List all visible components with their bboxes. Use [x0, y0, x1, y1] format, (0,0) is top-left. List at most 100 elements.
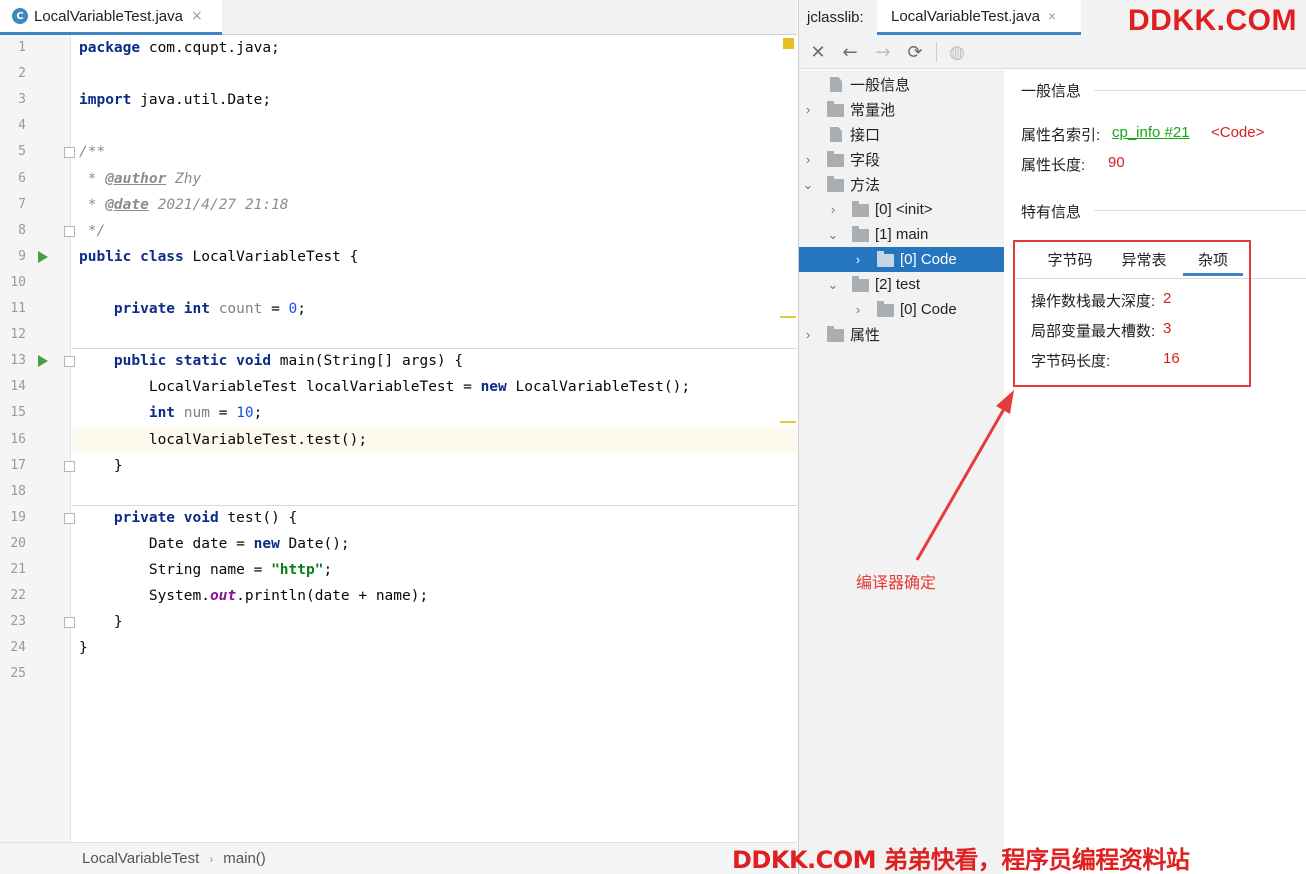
- code-token: test() {: [218, 509, 298, 526]
- code-line[interactable]: System.out.println(date + name);: [72, 583, 797, 609]
- line-number-gutter[interactable]: 1 2 3 4 5 6 7 8 9 10 11 12 13 14 15 16 17 18 19 20 21 22 23 24 2…: [0, 35, 75, 842]
- code-line[interactable]: * @author Zhy: [72, 166, 797, 192]
- annotation-highlight-box: [1013, 240, 1251, 387]
- tree-node[interactable]: ⌄ [1] main: [799, 222, 1004, 247]
- line-number: 14: [10, 379, 26, 395]
- run-gutter-icon[interactable]: [38, 250, 48, 263]
- tree-node[interactable]: › 常量池: [799, 97, 1004, 122]
- code-token: String name =: [79, 562, 272, 578]
- run-gutter-icon[interactable]: [38, 355, 48, 368]
- code-line[interactable]: [72, 113, 797, 139]
- breadcrumb: LocalVariableTest › main(): [0, 842, 797, 874]
- code-line[interactable]: LocalVariableTest localVariableTest = ne…: [72, 374, 797, 400]
- code-line[interactable]: [72, 270, 797, 296]
- code-token: *: [79, 196, 106, 213]
- code-token: main(String[] args) {: [271, 353, 464, 370]
- tree-node[interactable]: › [0] Code: [799, 247, 1004, 272]
- folder-icon: [827, 101, 844, 117]
- line-number: 23: [10, 614, 26, 630]
- chevron-right-icon[interactable]: ›: [851, 252, 865, 267]
- line-number: 4: [18, 118, 26, 134]
- code-token: Date date =: [79, 535, 254, 552]
- code-token: LocalVariableTest {: [183, 248, 359, 265]
- forward-arrow-icon[interactable]: →: [872, 41, 894, 63]
- folder-icon: [852, 276, 869, 292]
- code-line[interactable]: [72, 322, 797, 348]
- editor-file-tab[interactable]: C LocalVariableTest.java ×: [0, 0, 222, 35]
- refresh-icon[interactable]: ⟳: [904, 41, 926, 63]
- code-line[interactable]: [72, 61, 797, 87]
- folder-icon: [827, 326, 844, 342]
- tree-node[interactable]: › 字段: [799, 147, 1004, 172]
- code-line[interactable]: * @date 2021/4/27 21:18: [72, 192, 797, 218]
- section-divider: [1094, 210, 1306, 211]
- breadcrumb-class[interactable]: LocalVariableTest: [82, 850, 199, 867]
- folder-icon: [852, 226, 869, 242]
- annotation-text: 编译器确定: [856, 573, 937, 592]
- code-line[interactable]: int num = 10;: [72, 400, 797, 426]
- code-line[interactable]: private void test() {: [72, 505, 797, 531]
- line-number: 17: [10, 457, 26, 473]
- warning-stripe-marker[interactable]: [780, 316, 796, 318]
- code-line[interactable]: private int count = 0;: [72, 296, 797, 322]
- close-tab-icon[interactable]: ×: [1048, 8, 1056, 24]
- chevron-right-icon[interactable]: ›: [801, 327, 815, 342]
- code-line[interactable]: /**: [72, 139, 797, 165]
- tree-node-label: [1] main: [875, 226, 929, 243]
- tree-node[interactable]: › [0] Code: [799, 297, 1004, 322]
- code-line[interactable]: [72, 661, 797, 687]
- code-token: import: [79, 92, 132, 109]
- code-line[interactable]: [72, 479, 797, 505]
- folder-icon: [877, 301, 894, 317]
- tree-node[interactable]: › 属性: [799, 322, 1004, 347]
- watermark-top: DDKK.COM: [1128, 4, 1297, 37]
- line-number: 10: [10, 274, 26, 290]
- tree-node[interactable]: › [0] <init>: [799, 197, 1004, 222]
- code-line[interactable]: }: [72, 609, 797, 635]
- code-token: new: [480, 379, 507, 396]
- line-number: 25: [10, 666, 26, 682]
- code-line[interactable]: package com.cqupt.java;: [72, 35, 797, 61]
- code-line[interactable]: String name = "http";: [72, 557, 797, 583]
- code-text-area[interactable]: package com.cqupt.java; import java.util.…: [72, 35, 797, 842]
- chevron-down-icon[interactable]: ⌄: [826, 277, 840, 293]
- code-line[interactable]: }: [72, 453, 797, 479]
- tree-node[interactable]: ⌄ 方法: [799, 172, 1004, 197]
- cp-info-link[interactable]: cp_info #21: [1112, 124, 1190, 141]
- globe-icon[interactable]: ◍: [946, 41, 968, 63]
- code-editor[interactable]: C LocalVariableTest.java × 1 2 3 4 5 6 7 8 9 10 11…: [0, 0, 797, 874]
- code-line[interactable]: import java.util.Date;: [72, 87, 797, 113]
- code-line[interactable]: public static void main(String[] args) {: [72, 348, 797, 374]
- method-separator: [72, 348, 797, 349]
- tree-node-label: 接口: [850, 127, 881, 144]
- tree-node[interactable]: 一般信息: [799, 72, 1004, 97]
- close-tab-icon[interactable]: ×: [191, 8, 203, 24]
- back-arrow-icon[interactable]: ←: [839, 41, 861, 63]
- chevron-right-icon[interactable]: ›: [801, 102, 815, 117]
- code-line[interactable]: localVariableTest.test();: [72, 426, 797, 453]
- tree-node[interactable]: ⌄ [2] test: [799, 272, 1004, 297]
- code-token: public class: [79, 248, 184, 265]
- close-icon[interactable]: ✕: [807, 41, 829, 63]
- code-line[interactable]: Date date = new Date();: [72, 531, 797, 557]
- chevron-right-icon[interactable]: ›: [826, 202, 840, 217]
- chevron-right-icon[interactable]: ›: [851, 302, 865, 317]
- code-line[interactable]: */: [72, 218, 797, 244]
- inspection-status-icon[interactable]: [783, 38, 794, 49]
- code-token: *: [79, 170, 106, 187]
- tree-node[interactable]: 接口: [799, 122, 1004, 147]
- code-line[interactable]: public class LocalVariableTest {: [72, 244, 797, 270]
- chevron-down-icon[interactable]: ⌄: [801, 177, 815, 193]
- line-number: 8: [18, 222, 26, 238]
- chevron-down-icon[interactable]: ⌄: [826, 227, 840, 243]
- code-token: localVariableTest.test();: [79, 431, 368, 448]
- code-line[interactable]: }: [72, 635, 797, 661]
- specific-info-title: 特有信息: [1021, 204, 1082, 221]
- chevron-right-icon[interactable]: ›: [801, 152, 815, 167]
- jclasslib-file-tab[interactable]: LocalVariableTest.java ×: [877, 0, 1081, 35]
- warning-stripe-marker[interactable]: [780, 421, 796, 423]
- breadcrumb-method[interactable]: main(): [223, 850, 266, 867]
